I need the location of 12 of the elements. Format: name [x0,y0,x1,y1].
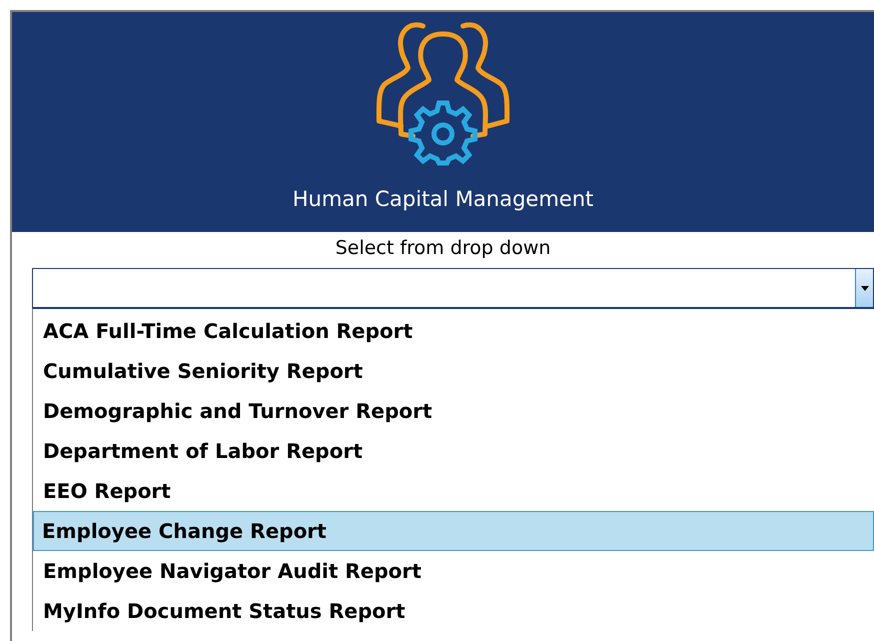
caret-down-icon [860,286,868,290]
dropdown-option[interactable]: EEO Report [33,471,874,511]
dropdown-option[interactable]: Cumulative Seniority Report [33,351,874,391]
dropdown-option[interactable]: Department of Labor Report [33,431,874,471]
dropdown-arrow-button[interactable] [855,269,873,307]
dropdown-label: Select from drop down [335,236,551,260]
dropdown-option[interactable]: Demographic and Turnover Report [33,391,874,431]
dropdown-option[interactable]: Employee Change Report [33,511,874,551]
dropdown-option[interactable]: ACA Full-Time Calculation Report [33,311,874,351]
dropdown-option[interactable]: MyInfo Document Status Report [33,591,874,631]
dropdown-option[interactable]: Employee Navigator Audit Report [33,551,874,591]
app-title: Human Capital Management [292,186,594,213]
